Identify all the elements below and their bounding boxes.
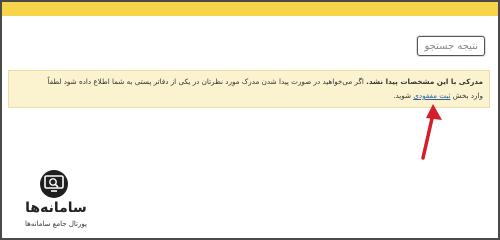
logo-tagline: پورتال جامع سامانه‌ها: [25, 220, 87, 228]
alert-link-suffix: شوید.: [393, 91, 411, 100]
search-result-label: نتیجه جستجو: [424, 40, 478, 52]
search-result-box: نتیجه جستجو: [417, 36, 485, 56]
logo-name: سامانه‌ها: [25, 200, 87, 216]
alert-link-prefix: وارد بخش: [452, 91, 483, 100]
alert-title: مدرکی با این مشخصات پیدا نشد.: [366, 77, 483, 86]
page-frame: نتیجه جستجو مدرکی با این مشخصات پیدا نشد…: [0, 0, 500, 240]
alert-message: اگر می‌خواهید در صورت پیدا شدن مدرک مورد…: [47, 77, 364, 86]
arrow-up-icon: [421, 104, 442, 160]
register-lost-link[interactable]: ثبت مفقودی: [413, 91, 450, 100]
header-band: [2, 2, 498, 16]
brand-logo: سامانه‌ها پورتال جامع سامانه‌ها: [16, 166, 96, 236]
search-monitor-icon: [40, 170, 68, 198]
